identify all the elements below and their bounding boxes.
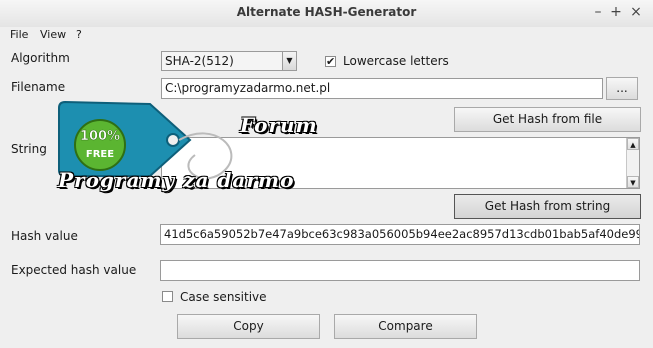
menu-bar: File View ?: [0, 27, 653, 42]
watermark-forum-text: Forum: [240, 113, 318, 137]
case-sensitive-checkbox[interactable]: [162, 291, 173, 302]
maximize-button[interactable]: +: [607, 3, 625, 21]
filename-label: Filename: [11, 80, 66, 94]
badge-bottom-text: FREE: [86, 149, 114, 160]
lowercase-label: Lowercase letters: [343, 54, 449, 68]
expected-hash-field[interactable]: [160, 260, 640, 281]
window-title: Alternate HASH-Generator: [236, 5, 417, 19]
algorithm-value: SHA-2(512): [165, 54, 234, 68]
menu-view[interactable]: View: [40, 27, 66, 42]
menu-help[interactable]: ?: [76, 27, 82, 42]
watermark-programy-text: Programy za darmo: [58, 168, 295, 192]
lowercase-checkbox[interactable]: ✔: [325, 56, 336, 67]
hash-value-field[interactable]: 41d5c6a59052b7e47a9bce63c983a056005b94ee…: [160, 224, 640, 245]
get-hash-from-string-button[interactable]: Get Hash from string: [454, 194, 641, 219]
compare-button[interactable]: Compare: [334, 314, 477, 339]
hash-value-label: Hash value: [11, 229, 78, 243]
algorithm-select[interactable]: SHA-2(512) ▼: [161, 51, 297, 71]
filename-field[interactable]: C:\programyzadarmo.net.pl: [161, 78, 603, 99]
scroll-up-icon[interactable]: ▲: [627, 138, 639, 150]
badge-top-text: 100%: [80, 129, 120, 144]
string-label: String: [11, 142, 47, 156]
copy-button[interactable]: Copy: [177, 314, 320, 339]
minimize-button[interactable]: –: [589, 3, 607, 21]
get-hash-from-file-button[interactable]: Get Hash from file: [454, 107, 641, 132]
case-sensitive-label: Case sensitive: [180, 290, 267, 304]
string-scrollbar[interactable]: ▲ ▼: [626, 138, 639, 188]
algorithm-label: Algorithm: [11, 51, 70, 65]
close-button[interactable]: ×: [627, 3, 645, 21]
title-bar: Alternate HASH-Generator – + ×: [0, 0, 653, 28]
browse-button[interactable]: ...: [606, 77, 638, 100]
chevron-down-icon[interactable]: ▼: [282, 52, 296, 70]
expected-hash-label: Expected hash value: [11, 263, 137, 277]
scroll-down-icon[interactable]: ▼: [627, 176, 639, 188]
menu-file[interactable]: File: [10, 27, 28, 42]
